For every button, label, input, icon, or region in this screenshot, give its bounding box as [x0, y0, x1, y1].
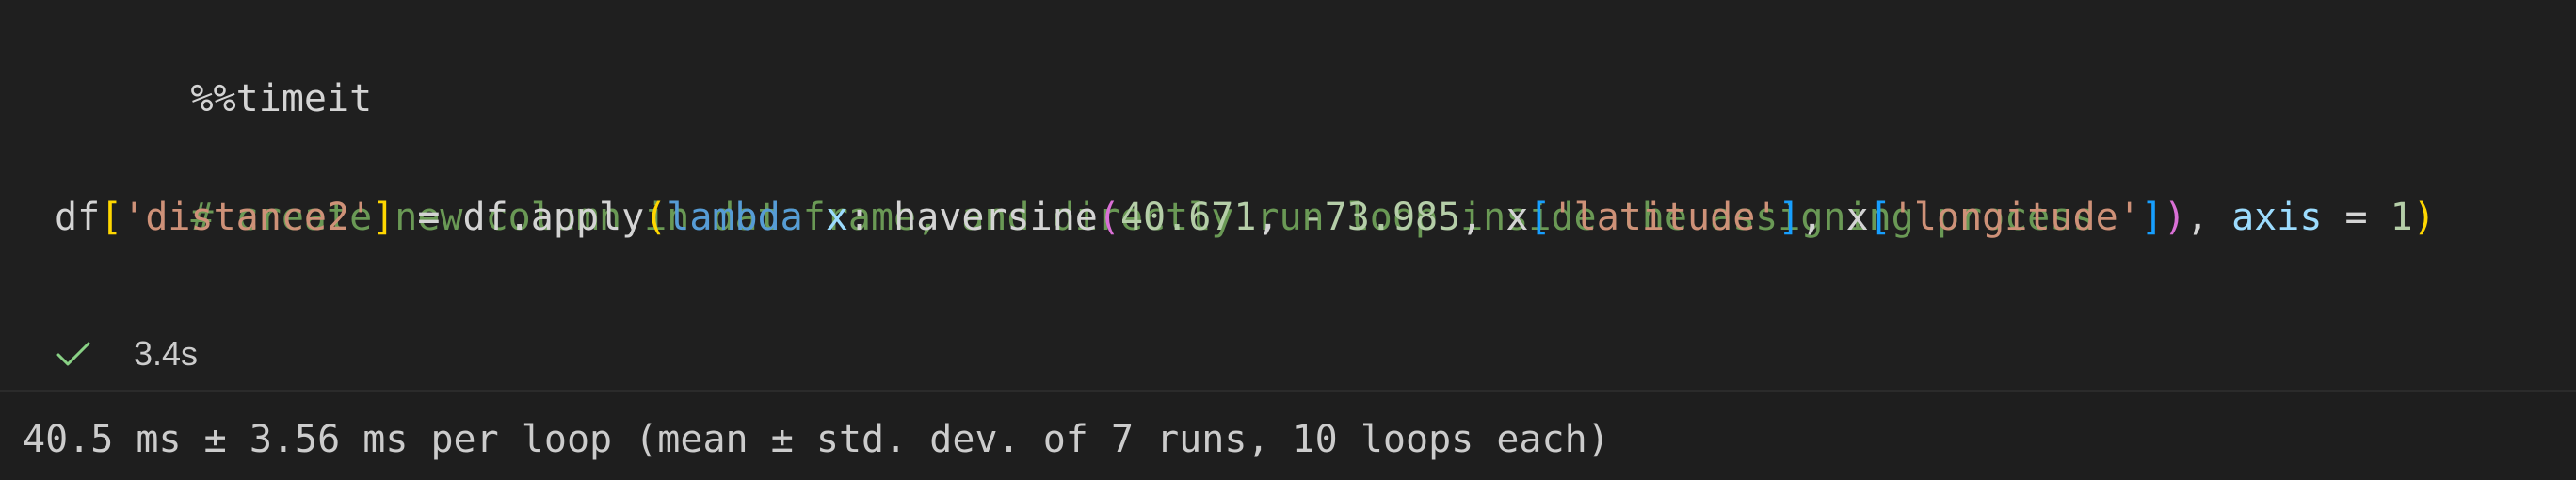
token-param: axis: [2231, 196, 2323, 239]
token-string: 'distance2': [122, 196, 373, 239]
token-text: = df.apply: [394, 196, 645, 239]
code-line-magic: %%timeit: [55, 11, 373, 120]
execution-duration: 3.4s: [134, 334, 199, 373]
token-text: ,: [1256, 196, 1302, 239]
token-df: df: [55, 196, 101, 239]
token-number: 40.671: [1119, 196, 1257, 239]
code-line-comment: # create new column in dataframe, and di…: [55, 130, 2096, 239]
token-bracket: [: [1868, 196, 1892, 239]
token-number: -73.985: [1301, 196, 1461, 239]
token-paren: ): [2163, 196, 2186, 239]
token-bracket: [: [100, 196, 123, 239]
token-bracket: ]: [1778, 196, 1801, 239]
token-bracket: ]: [372, 196, 395, 239]
token-text: =: [2322, 196, 2391, 239]
check-icon: [56, 342, 90, 366]
token-paren: ): [2412, 196, 2436, 239]
magic-command: %%timeit: [190, 77, 373, 120]
token-text: :: [847, 196, 894, 239]
output-divider: [0, 390, 2576, 392]
token-text: , x: [1800, 196, 1869, 239]
token-string: 'latitude': [1551, 196, 1779, 239]
token-string: 'longitude': [1891, 196, 2141, 239]
code-line-assignment: df['distance2'] = df.apply(lambda x: hav…: [55, 188, 2436, 247]
token-number: 1: [2390, 196, 2413, 239]
code-cell[interactable]: %%timeit # create new column in datafram…: [0, 0, 2576, 390]
token-bracket: ]: [2140, 196, 2164, 239]
token-paren: (: [1097, 196, 1120, 239]
cell-output: 40.5 ms ± 3.56 ms per loop (mean ± std. …: [23, 418, 1610, 461]
token-function: haversine: [894, 196, 1098, 239]
token-text: ,: [2185, 196, 2232, 239]
token-param: x: [825, 196, 848, 239]
token-keyword: lambda: [667, 196, 803, 239]
token-text: , x: [1460, 196, 1529, 239]
code-editor[interactable]: %%timeit # create new column in datafram…: [55, 0, 2436, 239]
token-bracket: [: [1528, 196, 1552, 239]
token-paren: (: [644, 196, 668, 239]
execution-status: 3.4s: [55, 328, 198, 380]
